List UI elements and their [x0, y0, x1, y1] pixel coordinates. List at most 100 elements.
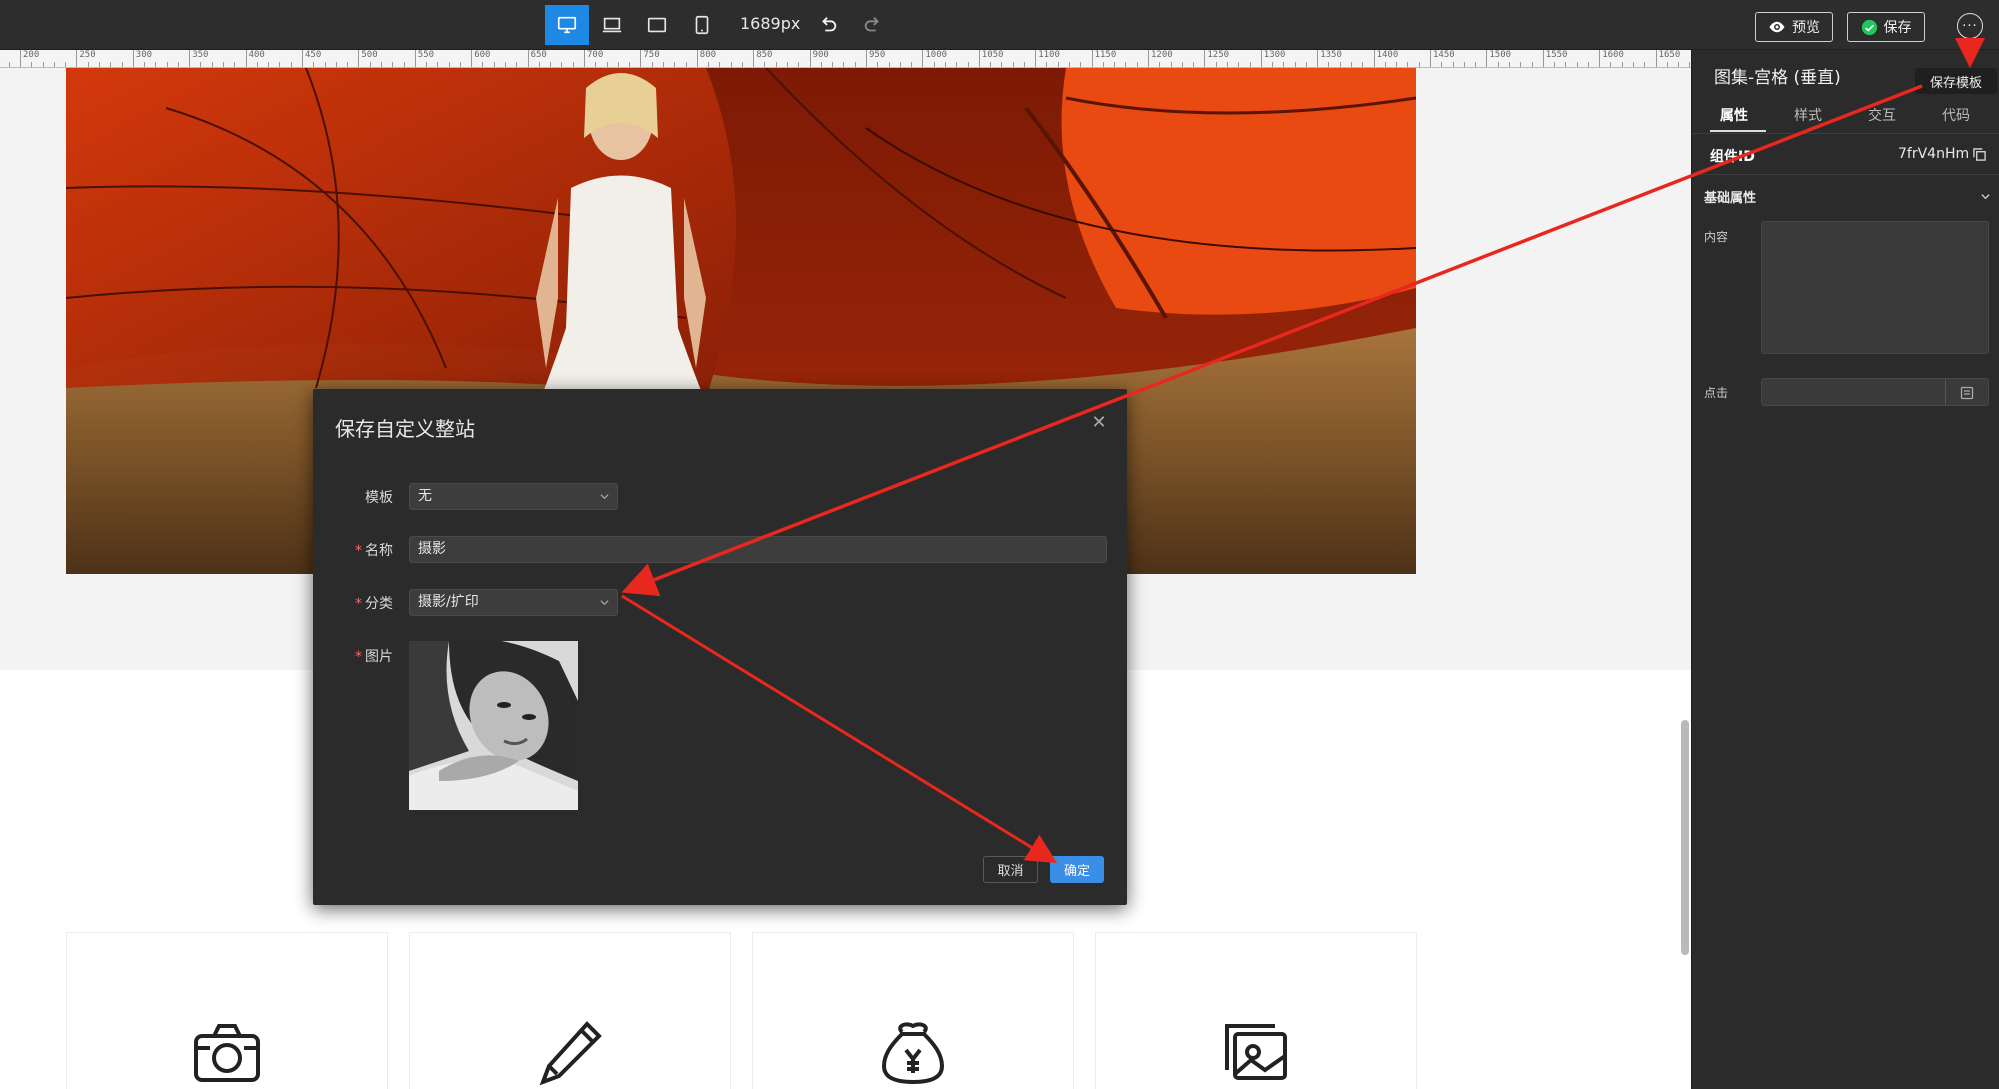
ruler-label: 350: [192, 50, 209, 60]
ruler-label: 1500: [1489, 50, 1512, 60]
ruler-tick: [922, 50, 924, 67]
ruler-tick: [1655, 50, 1657, 67]
ruler-tick: [978, 50, 980, 67]
horizontal-ruler: 200 250 300 350 400 450 500 550 600 650 700 750 800 8…: [0, 50, 1691, 68]
copy-icon[interactable]: [1973, 148, 1986, 161]
save-template-tooltip: 保存模板: [1915, 68, 1997, 94]
ruler-tick: [245, 50, 247, 67]
desktop-icon: [557, 16, 577, 34]
ruler-tick: [1035, 50, 1037, 67]
ruler-tick: [1260, 50, 1262, 67]
ruler-label: 1600: [1602, 50, 1624, 60]
ruler-tick: [1373, 50, 1375, 67]
ruler-label: 450: [305, 50, 322, 60]
image-label: * 图片: [313, 646, 393, 666]
content-textarea[interactable]: [1761, 221, 1989, 354]
tablet-landscape-view-button[interactable]: [635, 5, 679, 45]
ruler-label: 650: [530, 50, 547, 60]
ruler-label: 1350: [1320, 50, 1342, 60]
click-label: 点击: [1704, 386, 1729, 400]
desktop-view-button[interactable]: [545, 5, 589, 45]
tablet-portrait-view-button[interactable]: [680, 5, 724, 45]
tabs-divider: [1692, 133, 1999, 134]
preview-label: 预览: [1792, 19, 1820, 35]
more-options-button[interactable]: ···: [1957, 13, 1983, 39]
ruler-tick: [753, 50, 755, 67]
template-select[interactable]: 无: [409, 483, 618, 510]
category-select[interactable]: 摄影/扩印: [409, 589, 618, 616]
save-label: 保存: [1883, 19, 1912, 35]
image-label-text: 图片: [365, 649, 393, 665]
ruler-tick: [640, 50, 642, 67]
ruler-tick: [471, 50, 473, 67]
laptop-view-button[interactable]: [590, 5, 634, 45]
ruler-label: 950: [869, 50, 886, 60]
tab-code[interactable]: 代码: [1942, 105, 1970, 125]
ruler-label: 1400: [1376, 50, 1399, 60]
tab-interaction[interactable]: 交互: [1868, 105, 1896, 125]
preview-button[interactable]: 预览: [1755, 12, 1833, 42]
chevron-down-icon[interactable]: [1980, 191, 1991, 202]
ruler-tick: [696, 50, 698, 67]
ruler-tick: [1317, 50, 1319, 67]
ruler-tick: [358, 50, 360, 67]
name-label-text: 名称: [365, 543, 393, 559]
tab-properties[interactable]: 属性: [1720, 105, 1748, 125]
ruler-label: 1100: [1038, 50, 1060, 60]
required-mark: *: [355, 596, 362, 612]
link-settings-icon[interactable]: [1960, 386, 1974, 400]
ruler-tick: [76, 50, 78, 67]
save-site-dialog: 保存自定义整站 ✕ 模板 无 * 名称 摄影 * 分类 摄影/扩印 * 图片 取…: [313, 389, 1127, 905]
ruler-tick: [1599, 50, 1601, 67]
ruler-tick: [1542, 50, 1544, 67]
chevron-down-icon: [600, 600, 609, 606]
redo-button[interactable]: [860, 12, 886, 38]
dialog-title: 保存自定义整站: [335, 417, 475, 441]
tablet-portrait-icon: [695, 15, 709, 35]
click-action-input[interactable]: [1761, 378, 1989, 406]
input-separator: [1945, 379, 1946, 405]
ruler-tick: [584, 50, 585, 67]
template-thumbnail[interactable]: [409, 641, 578, 810]
canvas-scrollbar[interactable]: [1681, 720, 1689, 955]
tab-style[interactable]: 样式: [1794, 105, 1822, 125]
money-bag-icon: [881, 1022, 945, 1085]
save-button[interactable]: 保存: [1847, 12, 1925, 42]
ruler-tick: [866, 50, 867, 67]
close-icon[interactable]: ✕: [1089, 413, 1109, 433]
ruler-label: 600: [474, 50, 491, 60]
required-mark: *: [355, 649, 362, 665]
ruler-label: 550: [417, 50, 435, 60]
cancel-button[interactable]: 取消: [983, 856, 1038, 883]
ruler-label: 700: [587, 50, 604, 60]
category-value: 摄影/扩印: [418, 594, 479, 610]
check-circle-icon: [1861, 19, 1877, 35]
camera-icon: [194, 1024, 260, 1082]
ruler-tick: [527, 50, 529, 67]
ruler-label: 1000: [925, 50, 948, 60]
ruler-tick: [809, 50, 811, 67]
content-label: 内容: [1704, 230, 1729, 244]
ruler-label: 1450: [1433, 50, 1455, 60]
confirm-button[interactable]: 确定: [1050, 856, 1104, 883]
laptop-icon: [602, 17, 622, 33]
top-toolbar: 1689px 预览 保存 ···: [0, 0, 1999, 50]
eye-icon: [1769, 21, 1785, 33]
category-label-text: 分类: [365, 596, 393, 612]
undo-button[interactable]: [815, 12, 841, 38]
required-mark: *: [355, 543, 362, 559]
ruler-label: 250: [79, 50, 96, 60]
ruler-tick: [302, 50, 303, 67]
undo-icon: [822, 17, 837, 32]
ruler-tick: [1430, 50, 1431, 67]
ruler-label: 800: [699, 50, 717, 60]
template-value: 无: [418, 488, 432, 504]
ruler-label: 1200: [1151, 50, 1173, 60]
ruler-label: 1250: [1207, 50, 1230, 60]
chevron-down-icon: [600, 494, 609, 500]
name-input[interactable]: 摄影: [409, 536, 1107, 563]
component-id-label: 组件ID: [1710, 149, 1755, 165]
basic-properties-section[interactable]: 基础属性: [1704, 187, 1756, 206]
name-label: * 名称: [313, 540, 393, 560]
ruler-label: 750: [643, 50, 660, 60]
